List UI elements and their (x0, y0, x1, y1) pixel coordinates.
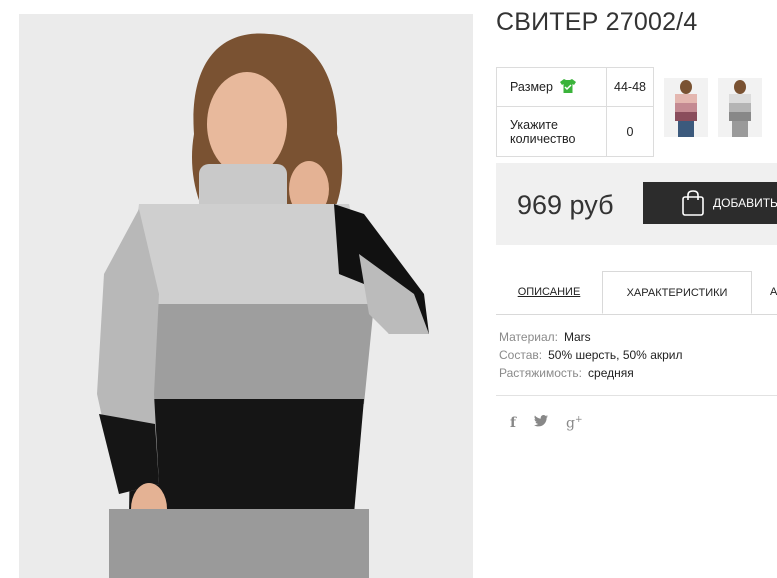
price-box: 969 руб ДОБАВИТЬ (496, 163, 777, 245)
tab-characteristics[interactable]: ХАРАКТЕРИСТИКИ (602, 271, 752, 314)
thumbnail-color-2[interactable] (718, 78, 762, 137)
characteristic-key: Состав: (499, 348, 543, 362)
divider (496, 395, 777, 396)
characteristic-key: Растяжимость: (499, 366, 583, 380)
characteristic-row: Растяжимость: средняя (499, 364, 683, 382)
characteristic-row: Состав: 50% шерсть, 50% акрил (499, 346, 683, 364)
quantity-value[interactable]: 0 (606, 106, 654, 157)
quantity-row: Укажите количество 0 (496, 106, 654, 157)
quantity-label-line2: количество (510, 131, 576, 146)
shopping-bag-icon (681, 190, 705, 216)
product-params-table: Размер 44-48 Укажите количество 0 (496, 67, 654, 157)
characteristic-value: 50% шерсть, 50% акрил (548, 348, 683, 362)
product-title: СВИТЕР 27002/4 (496, 8, 698, 36)
social-share: f g+ (510, 415, 583, 432)
add-to-cart-label: ДОБАВИТЬ (713, 196, 777, 210)
facebook-icon[interactable]: f (510, 415, 516, 431)
characteristic-key: Материал: (499, 330, 558, 344)
add-to-cart-button[interactable]: ДОБАВИТЬ (643, 182, 777, 224)
product-main-photo[interactable] (19, 14, 473, 578)
characteristic-value: средняя (588, 366, 634, 380)
price: 969 руб (517, 190, 614, 220)
twitter-icon[interactable] (534, 415, 549, 431)
product-tabs: ОПИСАНИЕ ХАРАКТЕРИСТИКИ А (496, 271, 777, 315)
thumbnail-color-1[interactable] (664, 78, 708, 137)
tab-description[interactable]: ОПИСАНИЕ (496, 271, 602, 313)
tab-more[interactable]: А (770, 271, 777, 313)
size-row: Размер 44-48 (496, 67, 654, 107)
characteristic-value: Mars (563, 330, 591, 344)
size-label: Размер (510, 80, 553, 94)
quantity-label-line1: Укажите (510, 117, 558, 132)
characteristic-row: Материал: Mars (499, 328, 683, 346)
google-plus-icon[interactable]: g+ (566, 415, 583, 432)
characteristics-list: Материал: Mars Состав: 50% шерсть, 50% акр… (499, 328, 683, 382)
sweater-illustration (19, 14, 473, 578)
tshirt-size-icon[interactable] (559, 78, 576, 96)
size-value[interactable]: 44-48 (606, 67, 654, 107)
